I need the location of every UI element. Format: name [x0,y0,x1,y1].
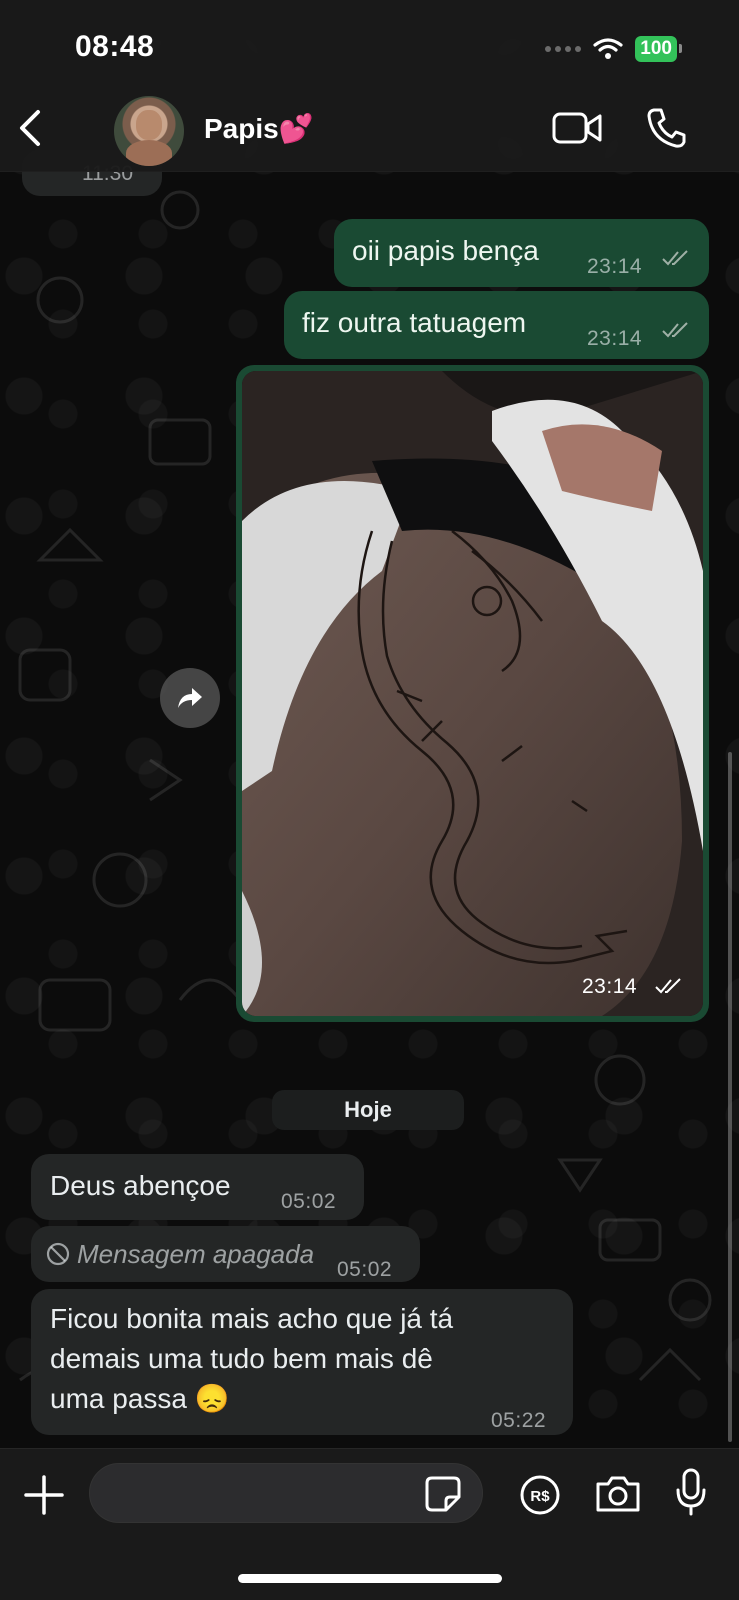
back-chevron-icon[interactable] [12,106,48,150]
plus-icon[interactable] [24,1475,64,1515]
tattoo-photo[interactable]: 23:14 [242,371,703,1016]
outgoing-message[interactable]: fiz outra tatuagem 23:14 [284,291,709,359]
image-time: 23:14 [582,975,638,998]
message-time: 05:02 [337,1258,393,1281]
message-time: 05:02 [281,1190,337,1213]
message-time: 23:14 [587,255,643,278]
message-line: Ficou bonita mais acho que já tá [50,1303,454,1334]
prohibited-icon [46,1242,70,1266]
camera-icon[interactable] [594,1474,642,1514]
contact-name[interactable]: Papis💕 [204,112,314,145]
incoming-message[interactable]: Deus abençoe 05:02 [31,1154,364,1220]
wifi-icon [593,38,623,59]
message-text: Ficou bonita mais acho que já tá demais … [50,1299,453,1419]
contact-avatar[interactable] [114,96,184,166]
message-text: fiz outra tatuagem [302,307,527,338]
message-line: uma passa 😞 [50,1383,230,1414]
pix-payment-icon[interactable]: R$ [519,1474,561,1516]
video-camera-icon[interactable] [552,110,602,146]
outgoing-message[interactable]: oii papis bença 23:14 [334,219,709,287]
chat-header [0,0,739,172]
message-time: 05:22 [491,1409,547,1432]
deleted-message[interactable]: Mensagem apagada 05:02 [31,1226,420,1282]
read-receipt-icon [655,978,681,994]
message-line: demais uma tudo bem mais dê [50,1343,433,1374]
message-text: Deus abençoe [50,1170,231,1201]
message-text: oii papis bença [352,235,539,266]
phone-icon[interactable] [646,106,686,150]
status-time: 08:48 [75,30,155,63]
microphone-icon[interactable] [674,1468,708,1516]
outgoing-image-message[interactable]: 23:14 [236,365,709,1022]
forward-button[interactable] [160,668,220,728]
read-receipt-icon [662,250,688,266]
status-indicators: 100 [545,36,682,62]
signal-icon [545,46,582,52]
read-receipt-icon [662,322,688,338]
forward-icon [178,688,202,708]
svg-text:R$: R$ [530,1488,550,1505]
message-time: 23:14 [587,327,643,350]
deleted-message-text: Mensagem apagada [77,1239,315,1269]
battery-indicator: 100 [635,36,682,62]
scrollbar[interactable] [728,752,732,1442]
day-separator: Hoje [272,1090,464,1130]
incoming-message[interactable]: Ficou bonita mais acho que já tá demais … [31,1289,573,1435]
home-indicator[interactable] [238,1574,502,1583]
sticker-icon[interactable] [424,1475,462,1513]
